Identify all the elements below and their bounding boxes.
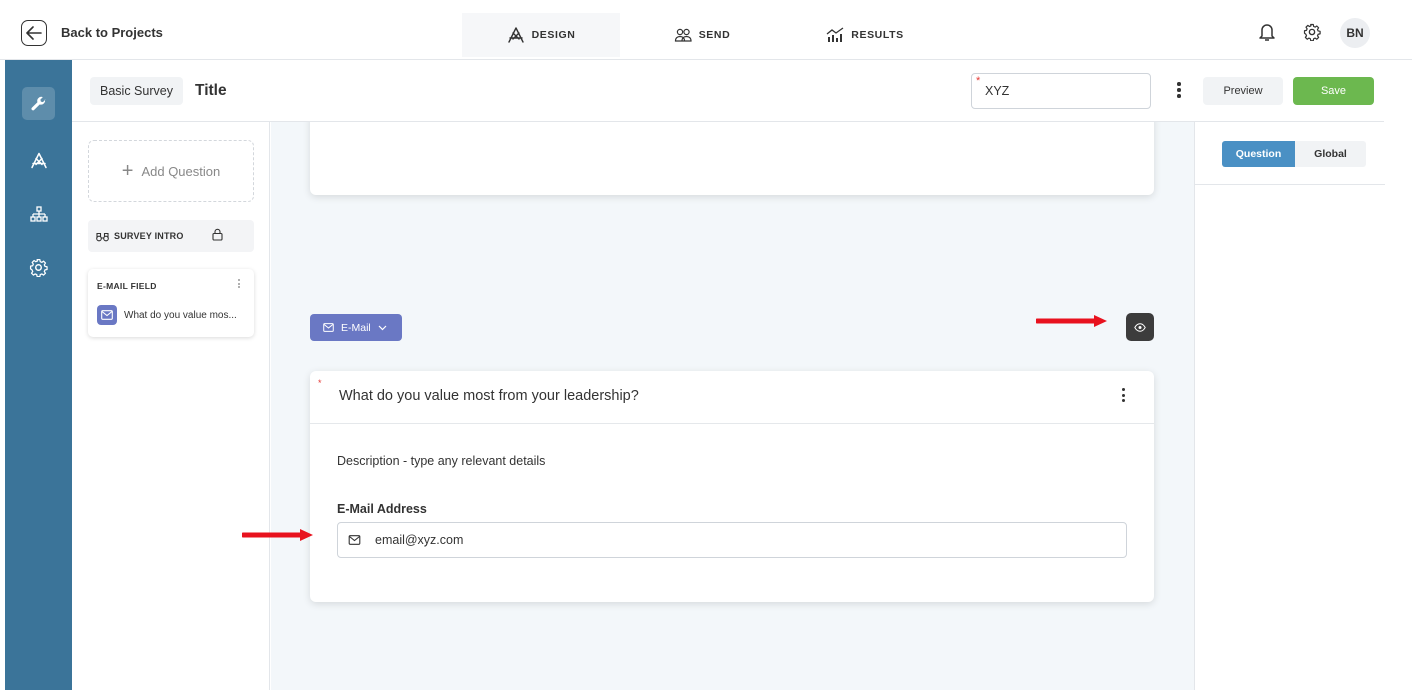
more-options-button[interactable] <box>1172 80 1186 100</box>
back-to-projects-link[interactable]: Back to Projects <box>61 25 163 40</box>
hierarchy-icon <box>29 206 48 222</box>
survey-intro-label: SURVEY INTRO <box>114 231 184 241</box>
lock-icon <box>212 228 223 241</box>
question-description[interactable]: Description - type any relevant details <box>337 454 545 468</box>
kebab-dot <box>1122 393 1125 397</box>
properties-header: Question Global <box>1195 122 1385 185</box>
kebab-dot <box>238 279 240 281</box>
eye-icon <box>1134 322 1146 332</box>
design-icon <box>30 152 47 169</box>
add-question-button[interactable]: + Add Question <box>88 140 254 202</box>
question-card-text: What do you value mos... <box>124 310 237 321</box>
kebab-dot <box>1177 88 1181 92</box>
envelope-icon <box>101 310 113 320</box>
question-card-menu-button[interactable] <box>238 279 240 288</box>
avatar[interactable]: BN <box>1340 18 1370 48</box>
kebab-dot <box>1122 399 1125 402</box>
tab-global[interactable]: Global <box>1295 141 1366 167</box>
envelope-icon <box>323 323 334 332</box>
chevron-down-icon <box>378 325 387 330</box>
design-icon <box>507 27 524 43</box>
editor-canvas: E-Mail * What do you value most from you… <box>271 122 1194 690</box>
question-type-dropdown[interactable]: E-Mail <box>310 314 402 341</box>
tab-design[interactable]: DESIGN <box>462 13 620 57</box>
settings-button[interactable] <box>1301 21 1323 43</box>
email-field-label: E-Mail Address <box>337 502 427 516</box>
wrench-icon <box>30 96 45 110</box>
survey-title[interactable]: Title <box>195 82 227 100</box>
question-title[interactable]: What do you value most from your leaders… <box>339 388 639 404</box>
question-editor-card: * What do you value most from your leade… <box>310 371 1154 602</box>
required-asterisk: * <box>976 75 981 87</box>
kebab-dot <box>1177 94 1181 98</box>
question-type-value: E-Mail <box>341 321 371 334</box>
sidebar-item-settings[interactable] <box>22 251 55 284</box>
kebab-dot <box>238 282 240 285</box>
survey-toolbar: Basic Survey Title * XYZ Preview Save <box>72 60 1384 122</box>
tab-results-label: RESULTS <box>851 29 904 41</box>
top-bar: Back to Projects DESIGN SEND RESULTS BN <box>0 0 1412 60</box>
kebab-dot <box>1177 82 1181 86</box>
chart-icon <box>826 27 844 42</box>
tab-send-label: SEND <box>698 29 731 41</box>
kebab-dot <box>1122 388 1125 391</box>
sidebar-item-design[interactable] <box>22 144 55 177</box>
tab-send[interactable]: SEND <box>642 13 762 57</box>
gear-icon <box>1303 23 1321 41</box>
add-question-label: Add Question <box>141 163 221 179</box>
email-placeholder: email@xyz.com <box>375 533 464 547</box>
save-button[interactable]: Save <box>1293 77 1374 105</box>
sidebar-item-build[interactable] <box>22 87 55 120</box>
survey-name-value: XYZ <box>985 84 1010 98</box>
survey-type-chip[interactable]: Basic Survey <box>90 77 183 105</box>
plus-icon: + <box>121 160 134 182</box>
question-card[interactable]: E-MAIL FIELD What do you value mos... <box>88 269 254 337</box>
question-type-label: E-MAIL FIELD <box>97 281 157 291</box>
kebab-dot <box>238 286 240 288</box>
email-input[interactable]: email@xyz.com <box>337 522 1127 558</box>
notifications-button[interactable] <box>1256 21 1278 43</box>
properties-panel: Question Global <box>1194 122 1385 690</box>
preview-toggle-button[interactable] <box>1126 313 1154 341</box>
tab-question[interactable]: Question <box>1222 141 1295 167</box>
annotation-arrow-icon <box>242 529 313 541</box>
users-icon <box>674 28 692 42</box>
back-button[interactable] <box>21 20 47 46</box>
question-menu-button[interactable] <box>1122 388 1125 402</box>
preview-button[interactable]: Preview <box>1203 77 1283 105</box>
arrow-left-icon <box>26 26 42 40</box>
tab-results[interactable]: RESULTS <box>800 13 930 57</box>
survey-intro-item[interactable]: SURVEY INTRO <box>88 220 254 252</box>
annotation-arrow-icon <box>1036 315 1107 327</box>
envelope-icon <box>348 535 361 545</box>
intro-card[interactable] <box>310 122 1154 195</box>
question-list-panel: + Add Question SURVEY INTRO E-MAIL FIELD… <box>72 122 270 690</box>
sidebar <box>5 60 72 690</box>
question-header: What do you value most from your leaders… <box>310 371 1154 424</box>
binoculars-icon <box>96 231 109 242</box>
tab-design-label: DESIGN <box>531 29 576 41</box>
sidebar-item-logic[interactable] <box>22 198 55 231</box>
survey-name-input[interactable]: * XYZ <box>971 73 1151 109</box>
bell-icon <box>1259 24 1275 41</box>
email-type-badge <box>97 305 117 325</box>
gear-icon <box>29 258 48 277</box>
